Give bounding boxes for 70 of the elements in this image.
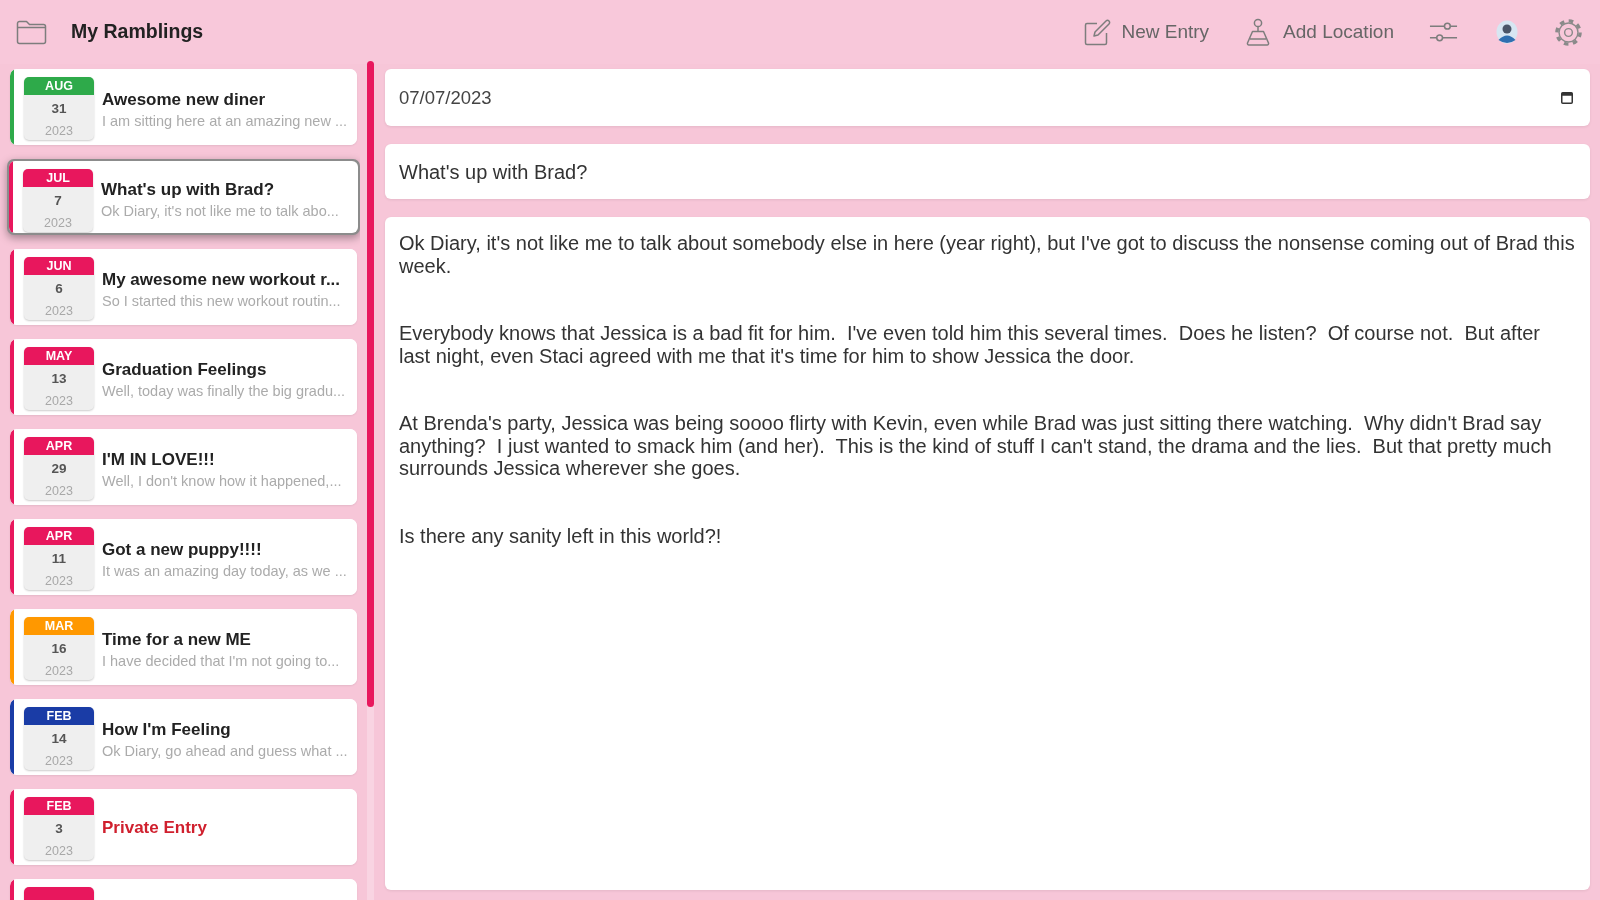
entry-card[interactable]: MAR 16 2023 Time for a new ME I have decided that I'm not going to... [10, 609, 357, 685]
entry-title: My awesome new workout r... [102, 269, 342, 290]
entry-card[interactable]: AUG 31 2023 Awesome new diner I am sitting here at an amazing new ... [10, 69, 357, 145]
year-label: 2023 [45, 663, 73, 679]
entry-title: Got a new puppy!!!! [102, 539, 263, 560]
entry-preview: I have decided that I'm not going to... [102, 653, 341, 670]
day-number: 16 [51, 640, 67, 658]
entry-title: What's up with Brad? [101, 179, 276, 200]
entry-title: Graduation Feelings [102, 359, 268, 380]
entry-preview: Ok Diary, go ahead and guess what ... [102, 743, 349, 760]
day-number: 7 [54, 192, 62, 210]
day-number: 31 [51, 100, 67, 118]
month-label: JUN [24, 257, 94, 275]
entry-title: Private Entry [102, 816, 208, 838]
settings-icon [1554, 17, 1583, 47]
entry-preview: It was an amazing day today, as we ... [102, 563, 348, 580]
entry-card[interactable]: APR 11 2023 Got a new puppy!!!! It was an amazing day today, as we ... [10, 519, 357, 595]
day-number: 3 [55, 820, 63, 838]
edit-icon [1084, 18, 1112, 46]
year-label: 2023 [45, 843, 73, 859]
month-label: MAR [24, 617, 94, 635]
year-label: 2023 [45, 753, 73, 769]
date-field[interactable]: 07/07/2023 [385, 69, 1590, 126]
month-label: APR [24, 527, 94, 545]
entry-title: How I'm Feeling [102, 719, 232, 740]
year-label: 2023 [45, 573, 73, 589]
entry-card[interactable]: MAY 13 2023 Graduation Feelings Well, today was finally the big gradu... [10, 339, 357, 415]
folder-icon[interactable] [16, 19, 47, 45]
title-field[interactable]: What's up with Brad? [385, 144, 1590, 199]
entry-card[interactable]: FEB 3 2023 Private Entry [10, 789, 357, 865]
month-label: AUG [24, 77, 94, 95]
entry-preview: Ok Diary, it's not like me to talk abo... [101, 203, 340, 220]
year-label: 2023 [45, 393, 73, 409]
new-entry-button[interactable]: New Entry [1084, 17, 1210, 47]
month-label: FEB [24, 797, 94, 815]
settings-button[interactable] [1554, 17, 1583, 47]
entry-card[interactable]: JUN 6 2023 My awesome new workout r... So I started this new workout routin... [10, 249, 357, 325]
day-number: 6 [55, 280, 63, 298]
entry-preview: Well, today was finally the big gradu... [102, 383, 347, 400]
month-label: FEB [24, 707, 94, 725]
calendar-icon[interactable] [1561, 91, 1573, 104]
entry-title: Awesome new diner [102, 89, 267, 110]
profile-button[interactable] [1496, 20, 1518, 44]
entry-preview: I am sitting here at an amazing new ... [102, 113, 348, 130]
day-number: 29 [51, 460, 67, 478]
entry-title: I'M IN LOVE!!! [102, 449, 216, 470]
entry-preview: Well, I don't know how it happened,... [102, 473, 343, 490]
day-number: 13 [51, 370, 67, 388]
month-label: JUL [23, 169, 93, 187]
year-label: 2023 [45, 303, 73, 319]
scrollbar-thumb[interactable] [367, 61, 374, 707]
day-number: 14 [51, 730, 67, 748]
entry-card[interactable]: APR 29 2023 I'M IN LOVE!!! Well, I don't know how it happened,... [10, 429, 357, 505]
entry-title: Time for a new ME [102, 629, 252, 650]
avatar-icon [1496, 20, 1518, 44]
sliders-icon [1429, 20, 1458, 44]
year-label: 2023 [45, 483, 73, 499]
person-pin-icon [1245, 18, 1272, 46]
entry-preview: So I started this new workout routin... [102, 293, 342, 310]
month-label: APR [24, 437, 94, 455]
month-label: MAY [24, 347, 94, 365]
year-label: 2023 [45, 123, 73, 139]
day-number: 11 [51, 550, 67, 568]
add-location-button[interactable]: Add Location [1245, 17, 1394, 47]
entry-body-field[interactable]: Ok Diary, it's not like me to talk about somebody else in here (year right), but I've got to discuss the nonsense coming out of Brad this week. Everybody knows that Jessica is a bad fit for him. I've even told him this several times. Does he listen? Of course not. But after last night, even Staci agreed with me that it's time for him to show Jessica the door. At Brenda's party, Jessica was being soooo flirty with Kevin, even while Brad was just sitting there watching. Why didn't Brad say anything? I just wanted to smack him (and her). This is the kind of stuff I can't stand, the drama and the lies. But that pretty much surrounds Jessica wherever she goes. Is there any sanity left in this world?! [385, 217, 1590, 890]
entry-card[interactable]: JUL 7 2023 What's up with Brad? Ok Diary, it's not like me to talk abo... [7, 159, 360, 235]
year-label: 2023 [44, 215, 72, 231]
filter-button[interactable] [1429, 20, 1458, 44]
entry-card[interactable]: FEB 14 2023 How I'm Feeling Ok Diary, go ahead and guess what ... [10, 699, 357, 775]
app-title: My Ramblings [71, 19, 204, 45]
